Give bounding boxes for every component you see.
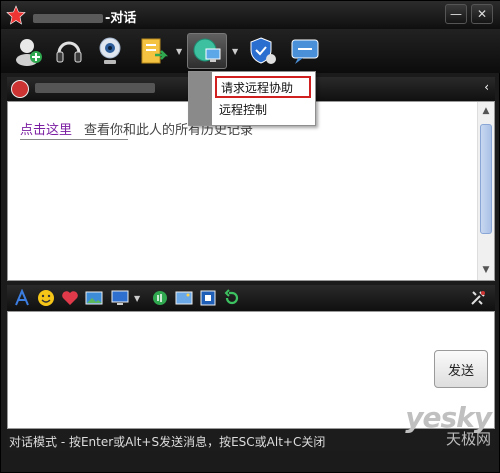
grab-icon	[200, 290, 216, 306]
heart-icon	[62, 291, 78, 305]
app-logo-icon	[6, 5, 26, 25]
refresh-button[interactable]	[223, 289, 241, 307]
picture-icon	[175, 291, 193, 305]
status-text: 对话模式 - 按Enter或Alt+S发送消息，按ESC或Alt+C关闭	[9, 435, 326, 449]
window-title: -对话	[31, 7, 136, 26]
screenshot-dropdown[interactable]: ▼	[134, 294, 142, 303]
smiley-icon	[38, 290, 54, 306]
video-call-button[interactable]	[94, 35, 126, 67]
add-contact-button[interactable]	[13, 35, 45, 67]
remote-assist-menu: 请求远程协助 远程控制	[188, 71, 316, 126]
watermark: yesky 天极网	[405, 401, 492, 449]
remote-assist-dropdown[interactable]: ▼	[232, 47, 240, 56]
voice-icon	[153, 291, 167, 305]
redacted-contact-name	[35, 83, 155, 93]
input-toolbar: ▼	[7, 285, 495, 311]
scroll-thumb[interactable]	[480, 124, 492, 234]
view-history-link[interactable]: 点击这里	[20, 119, 72, 138]
close-button[interactable]: ✕	[471, 4, 493, 24]
picture-button[interactable]	[175, 289, 193, 307]
menu-item-remote-control[interactable]: 远程控制	[215, 100, 311, 122]
title-bar: -对话 — ✕	[1, 1, 500, 29]
remote-assist-icon	[193, 38, 221, 62]
settings-icon	[471, 291, 485, 305]
security-icon	[250, 37, 276, 64]
send-file-icon	[141, 38, 169, 64]
voice-call-button[interactable]	[53, 35, 85, 67]
magic-face-button[interactable]	[61, 289, 79, 307]
send-file-button[interactable]	[137, 35, 169, 67]
screenshot-icon	[111, 290, 129, 305]
chat-history: 点击这里 查看你和此人的所有历史记录 ▲ ▼	[7, 101, 495, 281]
screenshot-button[interactable]	[111, 289, 129, 307]
toolbar: ▼ ▼	[1, 29, 500, 73]
chat-window: -对话 — ✕ ▼ ▼ ‹ 点击这里 查看你和此人的所有历史记录 ▲ ▼ ▼ 发…	[0, 0, 500, 473]
avatar[interactable]	[11, 80, 29, 98]
settings-button[interactable]	[469, 289, 487, 307]
headset-icon	[56, 41, 82, 63]
font-icon	[15, 288, 29, 306]
webcam-icon	[99, 37, 121, 64]
history-scrollbar[interactable]: ▲ ▼	[477, 102, 494, 280]
scroll-up-icon[interactable]: ▲	[480, 105, 492, 117]
voice-message-button[interactable]	[151, 289, 169, 307]
chat-bubble-button[interactable]	[289, 35, 321, 67]
remote-assist-button[interactable]	[187, 33, 227, 69]
security-button[interactable]	[247, 35, 279, 67]
collapse-icon[interactable]: ‹	[484, 80, 489, 94]
grab-button[interactable]	[199, 289, 217, 307]
chat-bubble-icon	[291, 39, 319, 64]
send-button[interactable]: 发送	[434, 350, 488, 388]
redacted-name	[33, 14, 103, 23]
refresh-icon	[224, 289, 239, 305]
menu-stripe	[189, 72, 212, 125]
send-file-dropdown[interactable]: ▼	[176, 47, 184, 56]
add-contact-icon	[16, 39, 42, 66]
menu-item-request-remote-assist[interactable]: 请求远程协助	[215, 76, 311, 98]
image-icon	[85, 291, 103, 305]
divider	[20, 139, 128, 140]
scroll-down-icon[interactable]: ▼	[480, 264, 492, 276]
minimize-button[interactable]: —	[445, 4, 467, 24]
font-button[interactable]	[13, 288, 31, 307]
image-button[interactable]	[85, 289, 103, 307]
emoji-button[interactable]	[37, 289, 55, 307]
